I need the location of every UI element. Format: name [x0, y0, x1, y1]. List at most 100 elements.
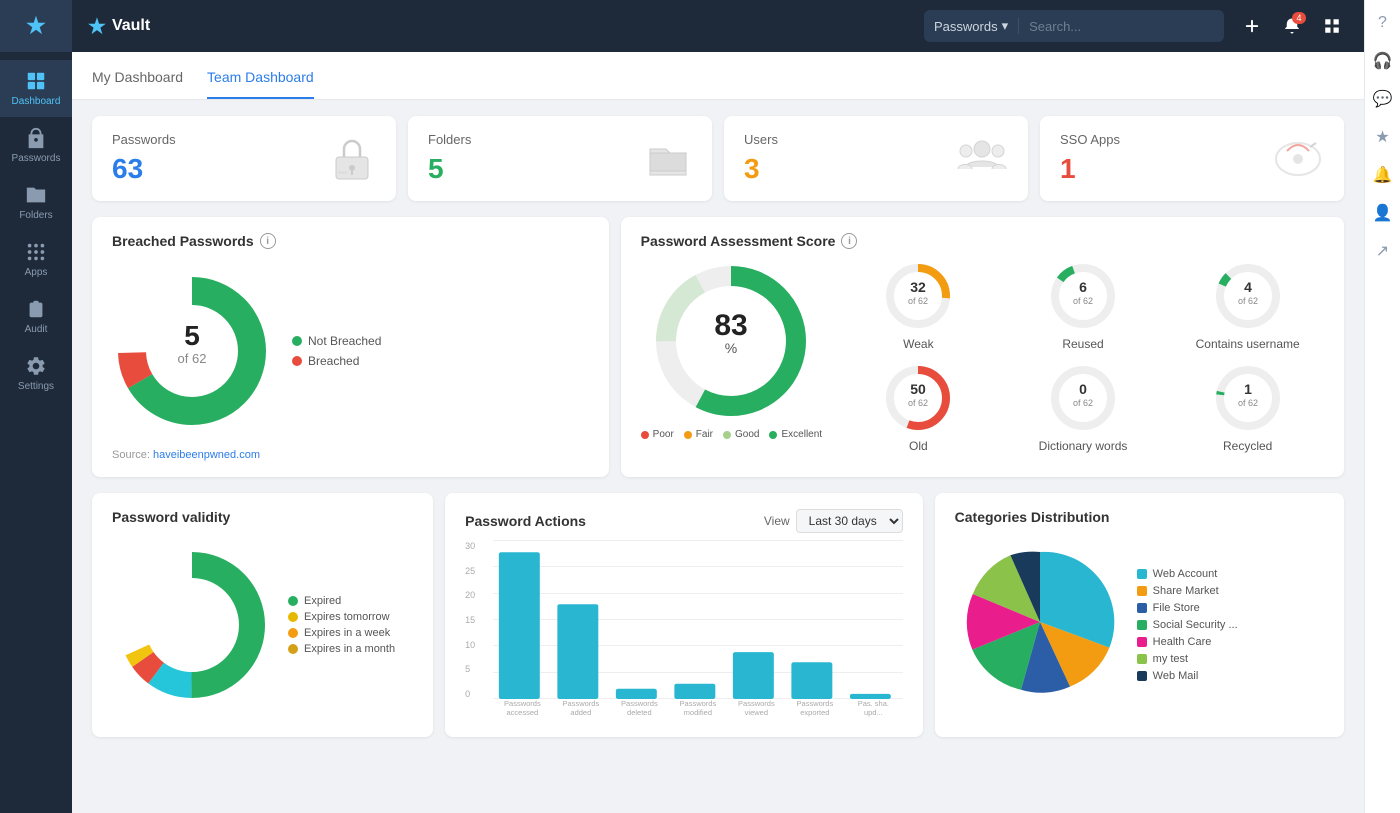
validity-legend: Expired Expires tomorrow Expires in a we…: [288, 595, 395, 655]
sidebar-item-apps[interactable]: Apps: [0, 231, 72, 288]
legend-excellent: Excellent: [769, 429, 822, 440]
metric-username-label: Contains username: [1196, 337, 1300, 351]
bars-svg: [493, 541, 903, 699]
expired-dot: [288, 596, 298, 606]
passwords-stat-icon: ***: [328, 135, 376, 183]
add-button[interactable]: [1236, 10, 1268, 42]
breached-donut-area: 5 of 62 Not Breached Breached: [112, 261, 589, 441]
svg-text:of 62: of 62: [1238, 296, 1258, 306]
topbar-actions: 4: [1236, 10, 1348, 42]
view-select[interactable]: Last 30 days: [796, 509, 903, 533]
stat-card-users: Users 3: [724, 116, 1028, 201]
dashboard-tabs: My Dashboard Team Dashboard: [72, 52, 1364, 100]
notification-badge: 4: [1292, 12, 1306, 24]
notifications-button[interactable]: 4: [1276, 10, 1308, 42]
logo-icon: ★: [88, 14, 106, 39]
svg-text:of 62: of 62: [1238, 398, 1258, 408]
expires-tomorrow-dot: [288, 612, 298, 622]
expires-week-dot: [288, 628, 298, 638]
chevron-down-icon: ▾: [1002, 18, 1009, 34]
score-donut-chart: 83 %: [651, 261, 811, 421]
metric-old: 50 of 62 Old: [842, 363, 995, 453]
share-icon[interactable]: ↗: [1368, 236, 1398, 266]
legend-expires-month: Expires in a month: [288, 643, 395, 655]
sidebar-label-folders: Folders: [19, 210, 52, 221]
assessment-title: Password Assessment Score i: [641, 233, 1324, 249]
source-link[interactable]: haveibeenpwned.com: [153, 449, 260, 461]
sidebar-item-passwords[interactable]: Passwords: [0, 117, 72, 174]
sidebar-item-dashboard[interactable]: Dashboard: [0, 60, 72, 117]
view-label: View: [764, 514, 790, 528]
x-label-0: Passwords accessed: [500, 699, 545, 717]
svg-text:0: 0: [1079, 381, 1087, 397]
cat-social-security: Social Security ...: [1137, 619, 1238, 631]
assessment-info-icon[interactable]: i: [841, 233, 857, 249]
bell-icon[interactable]: 🔔: [1368, 160, 1398, 190]
sidebar-nav: Dashboard Passwords Folders Apps Audit S…: [0, 52, 72, 813]
actions-header: Password Actions View Last 30 days: [465, 509, 903, 533]
metric-weak-chart: 32 of 62: [883, 261, 953, 331]
cat-file-store-dot: [1137, 603, 1147, 613]
stats-row: Passwords 63 *** Folders 5: [92, 116, 1344, 201]
tab-team-dashboard[interactable]: Team Dashboard: [207, 69, 314, 99]
sidebar-item-folders[interactable]: Folders: [0, 174, 72, 231]
validity-content: Expired Expires tomorrow Expires in a we…: [112, 537, 413, 713]
svg-text:of 62: of 62: [908, 296, 928, 306]
tab-my-dashboard[interactable]: My Dashboard: [92, 69, 183, 99]
metric-reused-label: Reused: [1062, 337, 1103, 351]
sidebar-item-settings[interactable]: Settings: [0, 345, 72, 402]
y-axis: 0 5 10 15 20 25 30: [465, 541, 475, 699]
search-type-label: Passwords: [934, 19, 998, 34]
metric-recycled-chart: 1 of 62: [1213, 363, 1283, 433]
stat-value-passwords: 63: [112, 153, 176, 185]
dashboard-icon: [25, 70, 47, 92]
grid-view-button[interactable]: [1316, 10, 1348, 42]
cat-share-market: Share Market: [1137, 585, 1238, 597]
x-label-2: Passwords deleted: [617, 699, 662, 717]
dashboard-body: Passwords 63 *** Folders 5: [72, 100, 1364, 753]
metric-username: 4 of 62 Contains username: [1171, 261, 1324, 351]
cat-social-security-dot: [1137, 620, 1147, 630]
not-breached-dot: [292, 336, 302, 346]
search-bar: Passwords ▾: [924, 10, 1224, 42]
person-icon[interactable]: 👤: [1368, 198, 1398, 228]
svg-text:***: ***: [338, 170, 347, 179]
folders-icon: [25, 184, 47, 206]
metric-grid: 32 of 62 Weak 6: [842, 261, 1324, 453]
svg-text:of 62: of 62: [908, 398, 928, 408]
search-input[interactable]: [1019, 19, 1199, 34]
score-donut-area: 83 % Poor Fair: [641, 261, 822, 440]
chat-icon[interactable]: 💬: [1368, 84, 1398, 114]
stat-label-passwords: Passwords: [112, 132, 176, 147]
source-text: Source: haveibeenpwned.com: [112, 449, 589, 461]
help-icon[interactable]: ?: [1368, 8, 1398, 38]
assessment-card: Password Assessment Score i: [621, 217, 1344, 477]
app-name: Vault: [112, 17, 150, 35]
assessment-content: 83 % Poor Fair: [641, 261, 1324, 453]
breached-donut-chart: 5 of 62: [112, 271, 272, 431]
good-dot: [723, 431, 731, 439]
headphones-icon[interactable]: 🎧: [1368, 46, 1398, 76]
metric-reused: 6 of 62 Reused: [1007, 261, 1160, 351]
score-legend: Poor Fair Good: [641, 429, 822, 440]
sidebar-label-passwords: Passwords: [12, 153, 61, 164]
categories-card: Categories Distribution: [935, 493, 1344, 737]
sidebar: ★ Dashboard Passwords Folders Apps Audit…: [0, 0, 72, 813]
svg-text:of 62: of 62: [1073, 398, 1093, 408]
metric-weak-label: Weak: [903, 337, 933, 351]
y-label-0: 0: [465, 689, 475, 699]
svg-text:83: 83: [715, 309, 748, 342]
stat-card-sso: SSO Apps 1: [1040, 116, 1344, 201]
middle-row: Breached Passwords i 5 of 62: [92, 217, 1344, 477]
legend-breached: Breached: [292, 354, 381, 368]
search-type-selector[interactable]: Passwords ▾: [924, 18, 1019, 34]
bottom-row: Password validity: [92, 493, 1344, 737]
star-icon[interactable]: ★: [1368, 122, 1398, 152]
sidebar-item-audit[interactable]: Audit: [0, 288, 72, 345]
x-label-3: Passwords modified: [675, 699, 720, 717]
apps-icon: [25, 241, 47, 263]
metric-recycled-label: Recycled: [1223, 439, 1272, 453]
breached-card: Breached Passwords i 5 of 62: [92, 217, 609, 477]
breached-info-icon[interactable]: i: [260, 233, 276, 249]
topbar: ★ Vault Passwords ▾ 4: [72, 0, 1364, 52]
